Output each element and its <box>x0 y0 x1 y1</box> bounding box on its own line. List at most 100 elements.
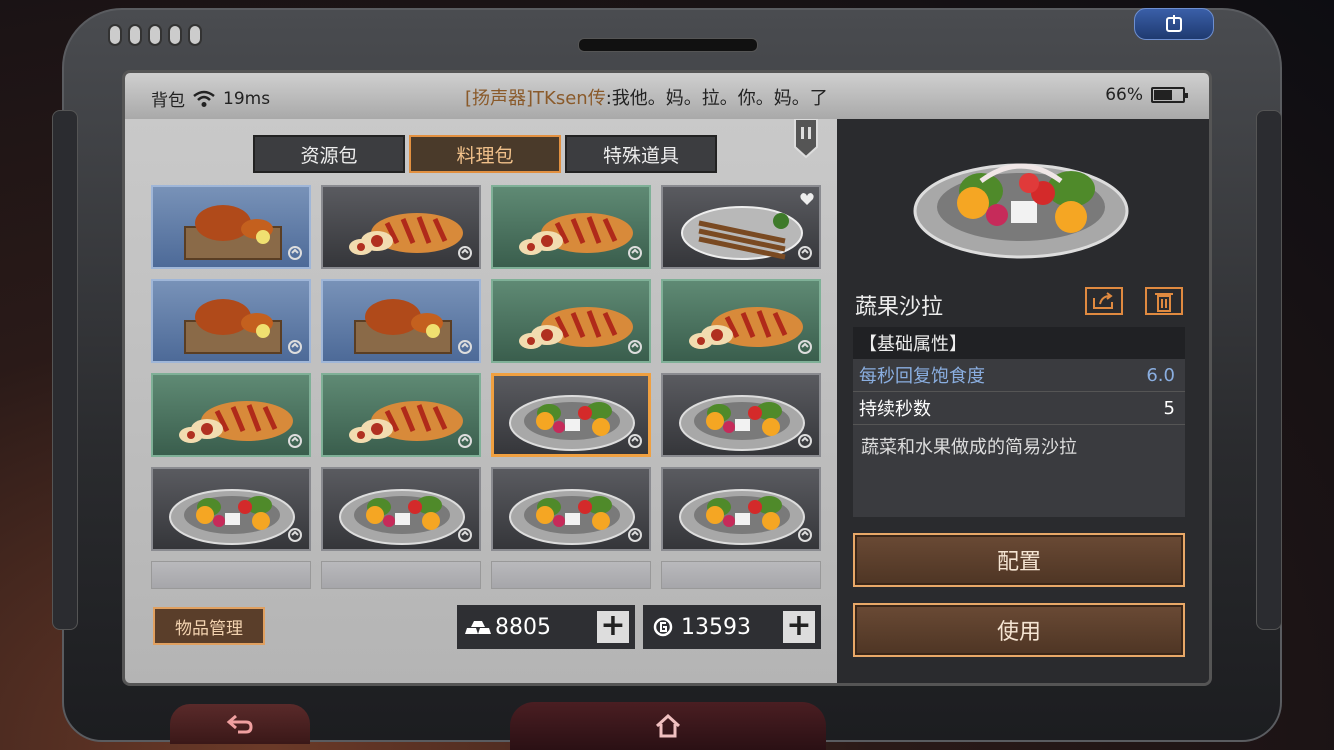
configure-button[interactable]: 配置 <box>853 533 1185 587</box>
inventory-slot[interactable] <box>321 185 481 269</box>
inventory-slot[interactable] <box>661 185 821 269</box>
sausage-bread-icon <box>349 213 463 255</box>
empty-slot[interactable] <box>491 561 651 589</box>
sausage-bread-icon <box>519 307 633 349</box>
chat-message[interactable]: [扬声器]TKsen传:我他。妈。拉。你。妈。了 <box>465 84 828 110</box>
device-top-slot <box>578 38 758 52</box>
bound-badge-icon <box>628 246 642 260</box>
ping-value: 19ms <box>223 88 271 109</box>
inventory-slot[interactable] <box>661 279 821 363</box>
bound-badge-icon <box>458 434 472 448</box>
inventory-slot[interactable] <box>151 279 311 363</box>
item-description: 蔬菜和水果做成的简易沙拉 <box>861 437 1077 458</box>
grilled-skewers-icon <box>681 206 803 260</box>
inventory-slot[interactable] <box>151 185 311 269</box>
chat-tag: 传 <box>587 88 606 109</box>
inventory-slot[interactable] <box>491 279 651 363</box>
bound-badge-icon <box>458 340 472 354</box>
bound-badge-icon <box>798 528 812 542</box>
inventory-slot[interactable] <box>321 467 481 551</box>
add-gold-button[interactable]: + <box>783 611 815 643</box>
empty-slot[interactable] <box>321 561 481 589</box>
bound-badge-icon <box>628 528 642 542</box>
inventory-slot[interactable] <box>151 467 311 551</box>
share-icon <box>1093 292 1113 309</box>
inventory-slot[interactable] <box>151 373 311 457</box>
chat-name: TKsen <box>533 88 588 109</box>
empty-slot-row <box>151 561 821 589</box>
battery-icon <box>1151 87 1188 103</box>
back-button[interactable] <box>170 704 310 744</box>
coin-icon <box>653 617 673 637</box>
bound-badge-icon <box>288 528 302 542</box>
roast-chicken-icon <box>184 299 282 354</box>
gold-currency: 13593 + <box>643 605 821 649</box>
bound-badge-icon <box>288 434 302 448</box>
bound-badge-icon <box>288 340 302 354</box>
bound-badge-icon <box>798 340 812 354</box>
inventory-slot[interactable] <box>661 467 821 551</box>
bound-badge-icon <box>458 528 472 542</box>
device-side-rail-right <box>1256 110 1282 630</box>
wifi-icon <box>193 90 215 107</box>
roast-chicken-icon <box>354 299 452 354</box>
gold-amount: 13593 <box>681 614 751 640</box>
bound-badge-icon <box>288 246 302 260</box>
sausage-bread-icon <box>519 213 633 255</box>
empty-slot[interactable] <box>661 561 821 589</box>
battery-percent: 66% <box>1105 85 1143 105</box>
item-manage-button[interactable]: 物品管理 <box>153 607 265 645</box>
power-button[interactable] <box>1134 8 1214 40</box>
roast-chicken-icon <box>184 205 282 260</box>
attr-row: 持续秒数 5 <box>853 392 1185 425</box>
tab-food-pack[interactable]: 料理包 <box>409 135 561 173</box>
attr-value: 5 <box>1163 397 1175 419</box>
home-icon <box>655 714 681 738</box>
item-title: 蔬果沙拉 <box>855 295 944 320</box>
silver-currency: 8805 + <box>457 605 635 649</box>
item-detail-panel: 蔬果沙拉 【基础属性】 每秒回复饱食度 6.0 持续秒数 5 蔬菜和水果做成的简… <box>837 119 1209 683</box>
inventory-slot[interactable] <box>321 279 481 363</box>
inventory-slot[interactable] <box>321 373 481 457</box>
fruit-salad-icon <box>679 489 805 545</box>
inventory-slot[interactable] <box>491 373 651 457</box>
inventory-slot[interactable] <box>661 373 821 457</box>
trash-icon <box>1155 293 1173 312</box>
fruit-salad-icon <box>169 489 295 545</box>
home-button[interactable] <box>510 702 826 750</box>
bound-badge-icon <box>458 246 472 260</box>
share-button[interactable] <box>1085 287 1123 315</box>
inventory-slot[interactable] <box>491 185 651 269</box>
sausage-bread-icon <box>179 401 293 443</box>
silver-amount: 8805 <box>495 614 551 640</box>
bound-badge-icon <box>798 434 812 448</box>
inventory-grid <box>151 185 821 551</box>
fruit-salad-icon <box>509 395 635 451</box>
bound-badge-icon <box>628 340 642 354</box>
fruit-salad-icon <box>679 395 805 451</box>
tab-special-items[interactable]: 特殊道具 <box>565 135 717 173</box>
attr-header: 【基础属性】 <box>853 327 1185 359</box>
attr-name: 每秒回复饱食度 <box>859 366 985 387</box>
empty-slot[interactable] <box>151 561 311 589</box>
pin-icon[interactable] <box>793 119 819 159</box>
attr-row: 每秒回复饱食度 6.0 <box>853 359 1185 392</box>
tab-resource-pack[interactable]: 资源包 <box>253 135 405 173</box>
fruit-salad-icon <box>509 489 635 545</box>
bound-badge-icon <box>798 246 812 260</box>
delete-button[interactable] <box>1145 287 1183 315</box>
chat-channel: [扬声器] <box>465 88 534 109</box>
add-silver-button[interactable]: + <box>597 611 629 643</box>
status-bar: 背包 19ms [扬声器]TKsen传:我他。妈。拉。你。妈。了 66% <box>125 73 1209 119</box>
favorite-heart-icon <box>800 193 814 205</box>
app-label: 背包 <box>151 91 185 111</box>
power-icon <box>1166 15 1182 32</box>
sausage-bread-icon <box>689 307 803 349</box>
device-vents <box>108 24 202 46</box>
chat-text: :我他。妈。拉。你。妈。了 <box>605 88 828 109</box>
inventory-slot[interactable] <box>491 467 651 551</box>
use-button[interactable]: 使用 <box>853 603 1185 657</box>
fruit-salad-icon <box>339 489 465 545</box>
back-arrow-icon <box>226 714 253 734</box>
sausage-bread-icon <box>349 401 463 443</box>
